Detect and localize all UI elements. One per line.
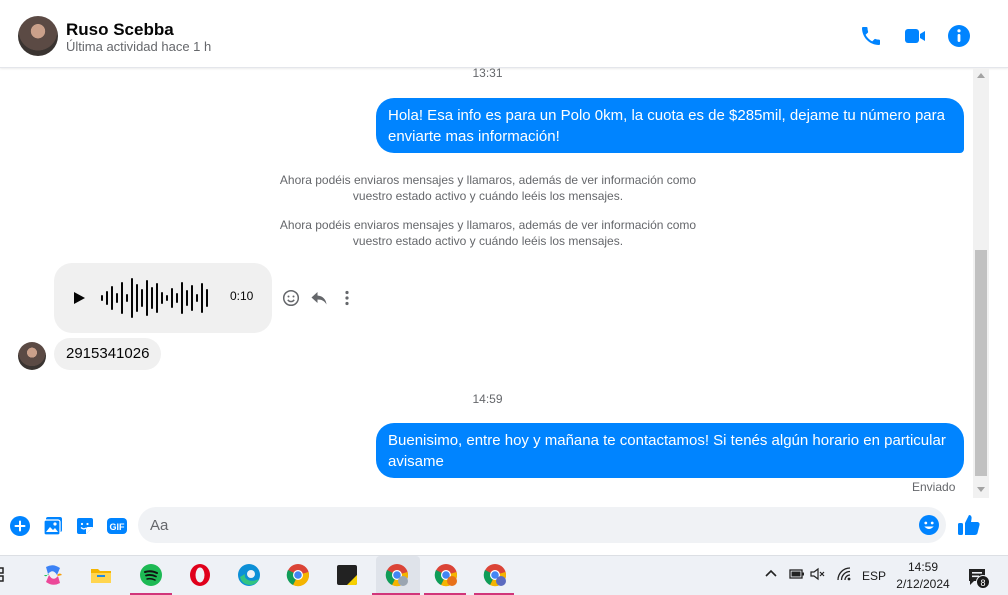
delivery-status: Enviado (912, 480, 956, 494)
windows-taskbar: ESP 14:59 2/12/2024 8 (0, 555, 1008, 595)
edge-icon[interactable] (236, 562, 262, 588)
message-composer: GIF (0, 498, 1008, 555)
contact-name[interactable]: Ruso Scebba (66, 20, 174, 40)
chrome-icon[interactable] (285, 562, 311, 588)
chrome-profile-r-icon[interactable] (433, 562, 459, 588)
clock-date: 2/12/2024 (896, 577, 950, 591)
system-notice: Ahora podéis enviaros mensajes y llamaro… (279, 173, 697, 203)
gif-icon[interactable]: GIF (106, 515, 128, 537)
play-icon[interactable] (70, 288, 88, 308)
task-view-icon[interactable] (0, 562, 18, 588)
file-explorer-icon[interactable] (88, 562, 114, 588)
voice-message[interactable]: 0:10 (54, 263, 272, 333)
sticky-notes-icon[interactable] (334, 562, 360, 588)
notification-count-badge: 8 (976, 575, 990, 589)
react-emoji-icon[interactable] (282, 289, 300, 307)
message-timestamp: 13:31 (472, 66, 503, 80)
clock-time: 14:59 (907, 560, 939, 574)
scroll-up-arrow-icon[interactable] (977, 73, 985, 78)
contact-status: Última actividad hace 1 h (66, 39, 212, 54)
more-options-icon[interactable] (338, 289, 356, 307)
scroll-down-arrow-icon[interactable] (977, 487, 985, 492)
copilot-icon[interactable] (40, 562, 66, 588)
reply-icon[interactable] (310, 289, 328, 307)
contact-avatar-small (18, 342, 46, 370)
message-list[interactable]: 13:31 Hola! Esa info es para un Polo 0km… (0, 66, 1008, 498)
volume-muted-icon[interactable] (809, 567, 827, 584)
emoji-icon[interactable] (918, 514, 940, 536)
message-input[interactable] (138, 507, 946, 543)
waveform (101, 278, 208, 318)
wifi-icon[interactable] (836, 566, 852, 585)
show-hidden-icons-chevron-icon[interactable] (764, 566, 778, 583)
conversation-header: Ruso Scebba Última actividad hace 1 h (0, 0, 1008, 68)
chrome-profile-c-icon[interactable] (482, 562, 508, 588)
spotify-icon[interactable] (138, 562, 164, 588)
scrollbar[interactable] (973, 68, 989, 498)
input-language[interactable]: ESP (862, 569, 886, 583)
battery-icon[interactable] (787, 567, 805, 584)
scrollbar-thumb[interactable] (975, 250, 987, 476)
outgoing-message[interactable]: Hola! Esa info es para un Polo 0km, la c… (376, 98, 964, 153)
chrome-profile-y-icon[interactable] (384, 562, 410, 588)
system-clock[interactable]: 14:59 2/12/2024 (893, 559, 953, 593)
incoming-message[interactable]: 2915341026 (54, 338, 162, 370)
system-notice: Ahora podéis enviaros mensajes y llamaro… (279, 218, 697, 248)
voice-duration: 0:10 (230, 289, 254, 303)
phone-icon[interactable] (859, 24, 883, 48)
gif-label: GIF (110, 522, 126, 532)
info-icon[interactable] (947, 24, 971, 48)
outgoing-message[interactable]: Buenisimo, entre hoy y mañana te contact… (376, 423, 964, 478)
sticker-icon[interactable] (74, 515, 96, 537)
opera-icon[interactable] (187, 562, 213, 588)
video-icon[interactable] (903, 24, 927, 48)
thumbs-up-icon[interactable] (956, 512, 982, 538)
contact-avatar[interactable] (18, 16, 58, 56)
image-icon[interactable] (42, 515, 64, 537)
plus-icon[interactable] (9, 515, 31, 537)
message-timestamp: 14:59 (472, 392, 503, 406)
